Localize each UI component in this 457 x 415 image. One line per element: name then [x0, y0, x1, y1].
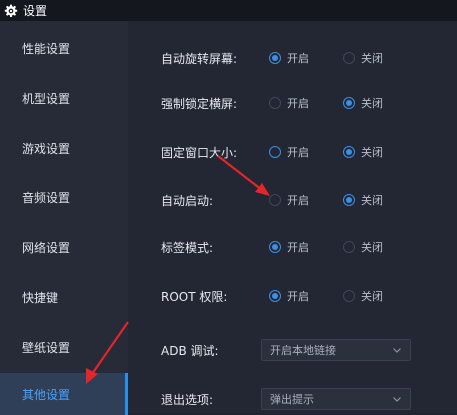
annotation-arrow-other-settings	[86, 321, 129, 384]
annotation-arrows	[86, 155, 270, 384]
annotation-arrow-auto-start	[217, 155, 270, 196]
